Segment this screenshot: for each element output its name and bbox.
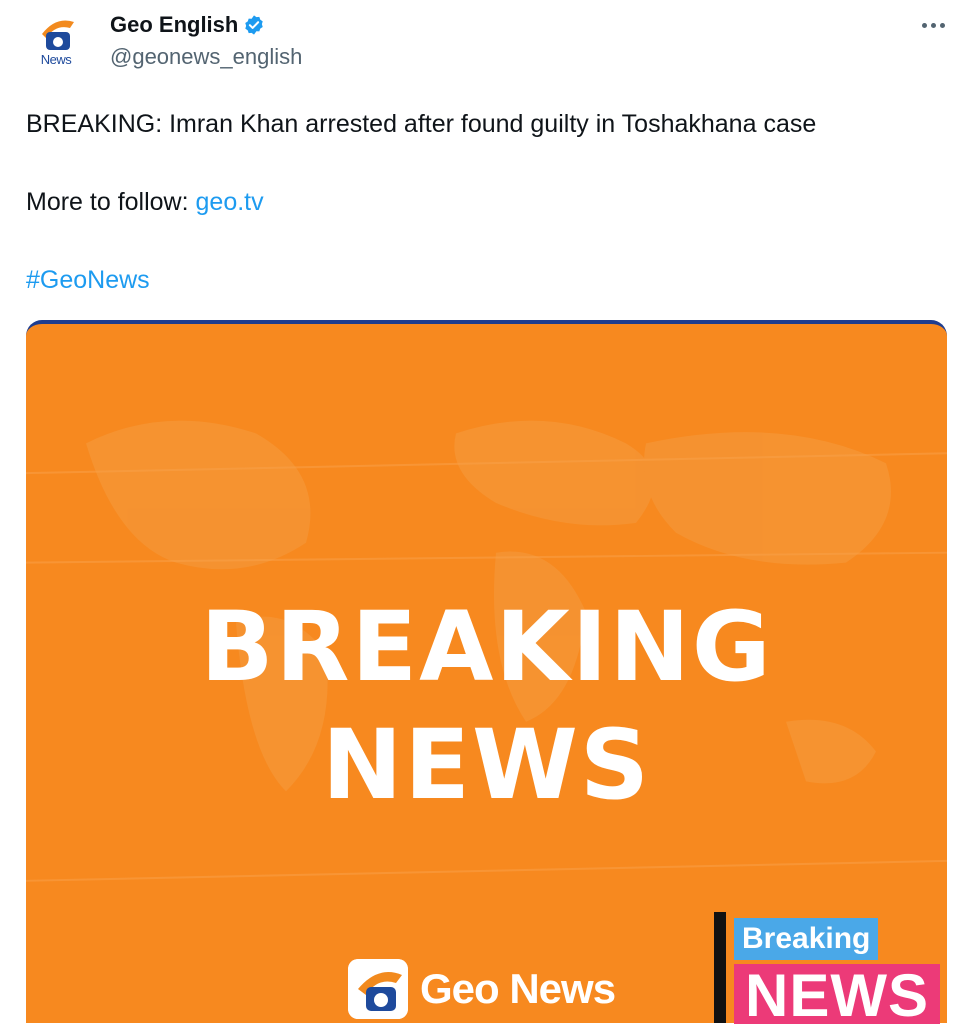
geo-news-brand-text: Geo News [420, 965, 616, 1012]
badge-breaking-text: Breaking [734, 918, 879, 960]
more-options-icon[interactable] [916, 8, 950, 42]
verified-badge-icon [245, 15, 264, 35]
display-name[interactable]: Geo English [110, 12, 238, 38]
more-to-follow-text: More to follow: [26, 188, 196, 216]
author-handle[interactable]: @geonews_english [110, 44, 302, 70]
geo-logo-icon [348, 959, 408, 1019]
tweet-text-line: More to follow: geo.tv [26, 186, 264, 218]
author-name-row[interactable]: Geo English [110, 12, 265, 38]
badge-bar [714, 912, 726, 1023]
badge-news-text: NEWS [734, 964, 940, 1028]
avatar[interactable]: News [28, 14, 84, 70]
headline-news: NEWS [322, 709, 651, 821]
headline-breaking: BREAKING [200, 591, 773, 703]
breaking-news-badge: Breaking NEWS [714, 912, 954, 1028]
geo-tv-link[interactable]: geo.tv [196, 188, 264, 216]
tweet-text-line: BREAKING: Imran Khan arrested after foun… [26, 110, 817, 138]
tweet[interactable]: News Geo English @geonews_english BREAKI… [0, 0, 954, 1028]
avatar-label: News [40, 52, 72, 67]
tweet-text-line: #GeoNews [26, 264, 150, 296]
hashtag-link[interactable]: #GeoNews [26, 266, 150, 294]
geo-logo-icon [42, 20, 74, 50]
geo-news-logo: Geo News [348, 959, 616, 1019]
